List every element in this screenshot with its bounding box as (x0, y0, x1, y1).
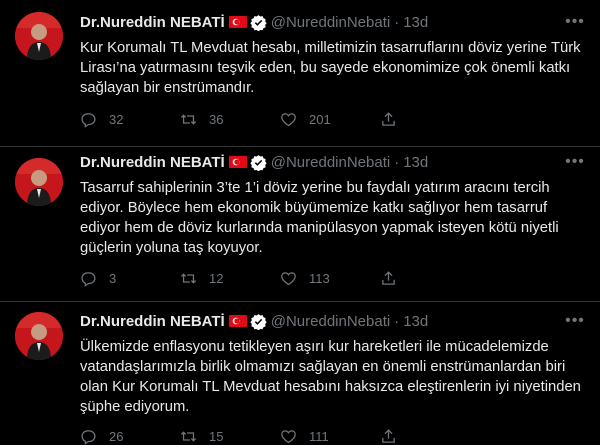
like-button[interactable]: 113 (280, 270, 380, 287)
retweet-count: 12 (209, 270, 224, 286)
share-icon (382, 111, 395, 126)
more-icon[interactable]: ••• (565, 12, 585, 32)
more-icon[interactable]: ••• (565, 311, 585, 331)
like-count: 113 (309, 270, 330, 286)
like-count: 111 (309, 428, 329, 444)
avatar-image (15, 158, 63, 206)
reply-button[interactable]: 26 (80, 428, 180, 445)
author-handle[interactable]: @NureddinNebati (271, 14, 390, 31)
reply-icon (81, 271, 96, 287)
tweet[interactable]: Dr.Nureddin NEBATİ @NureddinNebati · 13d… (0, 302, 600, 445)
retweet-button[interactable]: 15 (180, 428, 280, 445)
avatar[interactable] (15, 12, 63, 60)
heart-icon (281, 271, 296, 285)
author-handle[interactable]: @NureddinNebati (271, 313, 390, 330)
retweet-count: 36 (209, 111, 224, 127)
like-button[interactable]: 201 (280, 111, 380, 128)
tweet-text: Tasarruf sahiplerinin 3’te 1’i döviz yer… (80, 180, 559, 256)
avatar[interactable] (15, 158, 63, 206)
share-icon (382, 270, 395, 285)
share-button[interactable] (380, 270, 410, 287)
timestamp[interactable]: 13d (403, 14, 428, 31)
author-handle[interactable]: @NureddinNebati (271, 154, 390, 171)
author-name[interactable]: Dr.Nureddin NEBATİ (80, 154, 225, 171)
reply-icon (81, 112, 96, 128)
tweet-actions: 26 15 111 (80, 426, 500, 445)
tweet-text: Ülkemizde enflasyonu tetikleyen aşırı ku… (80, 339, 581, 415)
retweet-icon (180, 430, 197, 442)
timeline: Dr.Nureddin NEBATİ @NureddinNebati · 13d… (0, 0, 600, 445)
author-name[interactable]: Dr.Nureddin NEBATİ (80, 313, 225, 330)
retweet-icon (180, 272, 197, 284)
heart-icon (281, 112, 296, 126)
tweet-actions: 3 12 113 (80, 268, 500, 288)
turkey-flag-icon (228, 315, 247, 327)
author-name[interactable]: Dr.Nureddin NEBATİ (80, 14, 225, 31)
like-count: 201 (309, 111, 331, 127)
retweet-count: 15 (209, 428, 224, 444)
avatar-image (15, 12, 63, 60)
turkey-flag-icon (228, 16, 247, 28)
retweet-button[interactable]: 36 (180, 111, 280, 128)
tweet[interactable]: Dr.Nureddin NEBATİ @NureddinNebati · 13d… (0, 147, 600, 302)
separator: · (394, 13, 400, 31)
timestamp[interactable]: 13d (403, 313, 428, 330)
tweet-text: Kur Korumalı TL Mevduat hesabı, milletim… (80, 40, 581, 96)
turkey-flag-icon (228, 156, 247, 168)
reply-button[interactable]: 32 (80, 111, 180, 128)
tweet-header: Dr.Nureddin NEBATİ @NureddinNebati · 13d (80, 152, 428, 172)
reply-count: 26 (109, 428, 124, 444)
share-button[interactable] (380, 111, 410, 128)
avatar[interactable] (15, 312, 63, 360)
retweet-icon (180, 113, 197, 125)
timestamp[interactable]: 13d (403, 154, 428, 171)
reply-button[interactable]: 3 (80, 270, 180, 287)
verified-badge-icon (250, 14, 267, 31)
tweet-header: Dr.Nureddin NEBATİ @NureddinNebati · 13d (80, 12, 428, 32)
reply-count: 32 (109, 111, 124, 127)
share-icon (382, 428, 395, 443)
tweet-header: Dr.Nureddin NEBATİ @NureddinNebati · 13d (80, 311, 428, 331)
share-button[interactable] (380, 428, 410, 445)
more-icon[interactable]: ••• (565, 152, 585, 172)
tweet[interactable]: Dr.Nureddin NEBATİ @NureddinNebati · 13d… (0, 0, 600, 147)
reply-icon (81, 429, 96, 445)
reply-count: 3 (109, 270, 117, 286)
separator: · (394, 312, 400, 330)
separator: · (394, 153, 400, 171)
verified-badge-icon (250, 154, 267, 171)
verified-badge-icon (250, 313, 267, 330)
like-button[interactable]: 111 (280, 428, 380, 445)
heart-icon (281, 429, 296, 443)
tweet-actions: 32 36 201 (80, 109, 500, 129)
avatar-image (15, 312, 63, 360)
retweet-button[interactable]: 12 (180, 270, 280, 287)
